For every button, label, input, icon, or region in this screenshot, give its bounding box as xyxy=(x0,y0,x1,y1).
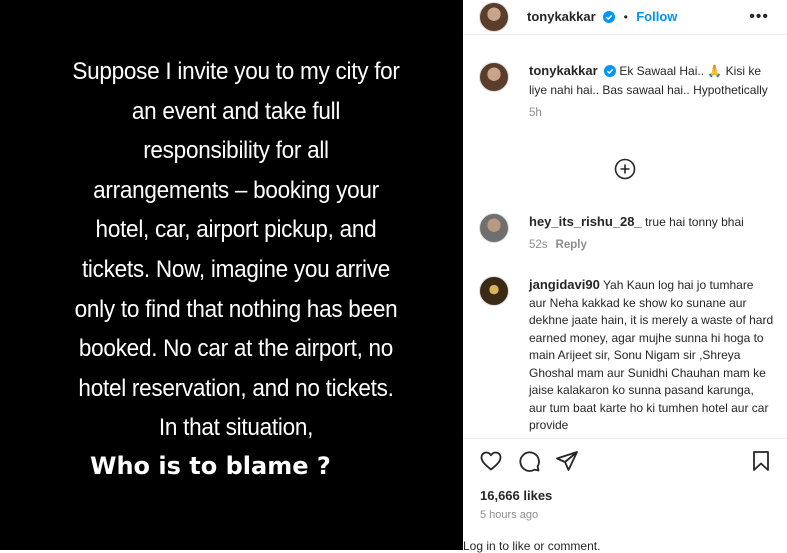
story-question: Who is to blame ? xyxy=(90,452,331,480)
username-link[interactable]: tonykakkar xyxy=(527,9,596,24)
story-line: In that situation, xyxy=(158,414,314,442)
story-line: an event and take full xyxy=(131,97,341,125)
comment-meta: 52s Reply xyxy=(529,237,774,254)
post-time: 5 hours ago xyxy=(480,509,539,521)
more-icon[interactable]: ••• xyxy=(749,8,769,26)
login-rest: to like or comment. xyxy=(495,539,601,553)
share-icon[interactable] xyxy=(555,449,579,473)
comment-time: 52s xyxy=(529,239,548,251)
likes-count[interactable]: 16,666 likes xyxy=(480,488,552,503)
story-line: hotel reservation, and no tickets. xyxy=(78,374,394,402)
comment-item: hey_its_rishu_28_ true hai tonny bhai 52… xyxy=(479,213,779,253)
comment-body: jangidavi90 Yah Kaun log hai jo tumhare … xyxy=(529,276,774,435)
verified-icon xyxy=(603,10,616,28)
caption-username[interactable]: tonykakkar xyxy=(529,63,598,78)
comment-body: hey_its_rishu_28_ true hai tonny bhai 52… xyxy=(529,213,774,254)
post-side-panel: tonykakkar • Follow ••• tonykakkar Ek Sa… xyxy=(463,0,787,553)
story-text: Suppose I invite you to my city for an e… xyxy=(28,52,444,448)
comment-icon[interactable] xyxy=(517,449,541,473)
divider xyxy=(463,438,787,439)
separator: • xyxy=(623,10,628,24)
story-line: hotel, car, airport pickup, and xyxy=(95,216,377,244)
story-line: Suppose I invite you to my city for xyxy=(72,58,400,85)
comment-username[interactable]: hey_its_rishu_28_ xyxy=(529,214,642,229)
verified-icon xyxy=(604,65,616,82)
avatar[interactable] xyxy=(479,2,509,32)
follow-button[interactable]: Follow xyxy=(636,9,677,24)
add-circle-icon[interactable] xyxy=(614,158,636,180)
post-image[interactable]: Suppose I invite you to my city for an e… xyxy=(0,0,463,550)
login-link[interactable]: Log in xyxy=(463,539,496,553)
story-line: tickets. Now, imagine you arrive xyxy=(81,255,391,283)
caption-time: 5h xyxy=(529,107,542,119)
caption-body: tonykakkar Ek Sawaal Hai.. 🙏 Kisi ke liy… xyxy=(529,62,774,122)
heart-icon[interactable] xyxy=(479,449,503,473)
story-line: only to find that nothing has been xyxy=(74,295,398,323)
caption: tonykakkar Ek Sawaal Hai.. 🙏 Kisi ke liy… xyxy=(479,62,779,132)
avatar[interactable] xyxy=(479,276,509,306)
story-line: responsibility for all xyxy=(143,137,329,165)
bookmark-icon[interactable] xyxy=(749,449,773,473)
avatar[interactable] xyxy=(479,213,509,243)
comment-item: jangidavi90 Yah Kaun log hai jo tumhare … xyxy=(479,276,779,436)
header-user: tonykakkar • Follow xyxy=(527,8,677,28)
post-header: tonykakkar • Follow ••• xyxy=(463,0,787,35)
login-prompt: Log in to like or comment. xyxy=(463,539,600,553)
avatar[interactable] xyxy=(479,62,509,92)
reply-button[interactable]: Reply xyxy=(556,239,587,251)
story-line: arrangements – booking your xyxy=(93,176,379,204)
comment-username[interactable]: jangidavi90 xyxy=(529,277,600,292)
story-line: booked. No car at the airport, no xyxy=(78,335,394,363)
comment-text: true hai tonny bhai xyxy=(645,215,744,229)
action-bar xyxy=(479,449,774,473)
comment-text: Yah Kaun log hai jo tumhare aur Neha kak… xyxy=(529,278,774,432)
